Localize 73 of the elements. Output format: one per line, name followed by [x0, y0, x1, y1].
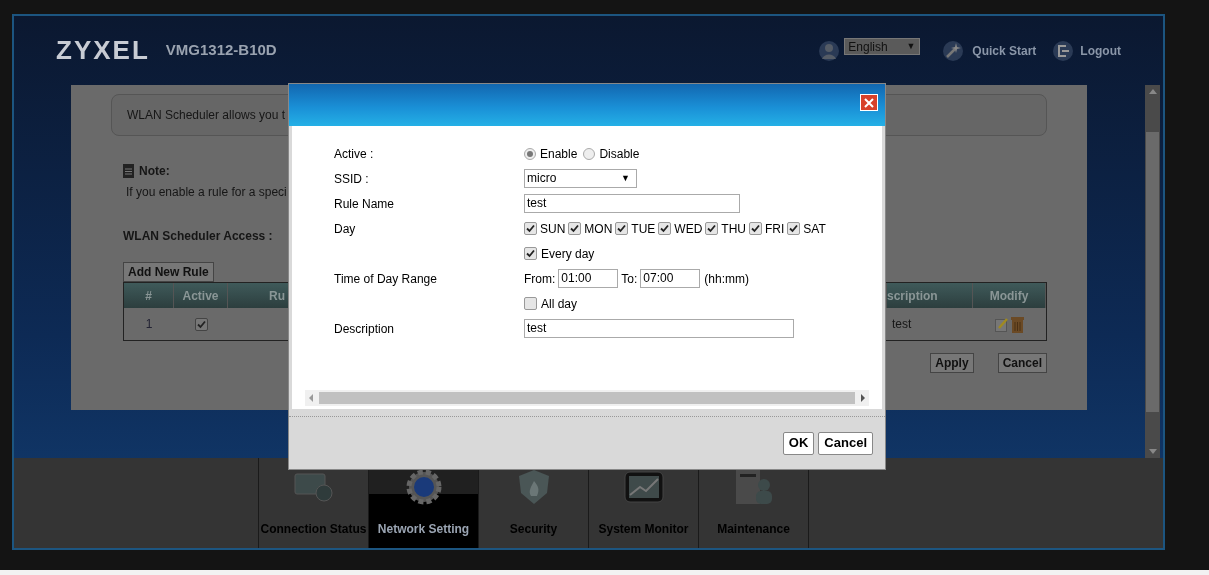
checkbox[interactable]	[194, 317, 208, 331]
ssid-select[interactable]: micro ▼	[524, 169, 637, 188]
model-name: VMG1312-B10D	[165, 40, 277, 61]
scrollbar[interactable]	[1145, 85, 1160, 458]
document-icon	[123, 164, 134, 178]
user-icon	[818, 39, 841, 62]
horizontal-scrollbar[interactable]	[305, 390, 869, 406]
day-label: SUN	[540, 220, 566, 238]
scroll-up-icon	[1148, 89, 1157, 94]
checkbox[interactable]	[658, 222, 672, 235]
column-header: Modify	[973, 283, 1046, 308]
cabinet-user-icon	[733, 469, 774, 505]
field-label: Day	[334, 221, 356, 236]
column-header: #	[124, 283, 174, 308]
table-cell-text: 1	[144, 316, 154, 333]
brand-logo: ZYXEL	[56, 34, 150, 67]
apply-button[interactable]: Apply	[930, 353, 974, 373]
checkbox[interactable]	[568, 222, 582, 235]
day-label: THU	[721, 220, 746, 238]
day-label: MON	[584, 220, 613, 238]
monitor-icon	[293, 471, 334, 503]
close-button[interactable]	[860, 94, 878, 111]
intro-text: WLAN Scheduler allows you t	[127, 107, 286, 124]
edit-icon[interactable]	[995, 316, 1009, 332]
section-title: WLAN Scheduler Access :	[123, 229, 273, 243]
checkbox[interactable]	[524, 222, 537, 235]
day-label: FRI	[765, 220, 785, 238]
to-time-field[interactable]: 07:00	[640, 269, 701, 288]
scroll-right-icon	[861, 394, 865, 402]
scroll-left-icon	[309, 394, 313, 402]
add-rule-button[interactable]: Add New Rule	[123, 262, 214, 282]
radio-label: Enable	[540, 145, 578, 163]
field-label: Active :	[334, 146, 374, 161]
radio-label: Disable	[599, 145, 640, 163]
caret-icon: ▼	[621, 170, 630, 187]
cancel-button[interactable]: Cancel	[818, 431, 873, 455]
day-label: TUE	[631, 220, 656, 238]
scroll-thumb[interactable]	[319, 392, 855, 404]
note-text: If you enable a rule for a speci	[125, 184, 288, 201]
every-day-label: Every day	[541, 245, 595, 263]
day-label: WED	[674, 220, 703, 238]
checkbox[interactable]	[705, 222, 719, 235]
field-label: Description	[334, 321, 395, 336]
checkbox[interactable]	[749, 222, 762, 235]
column-header: scription	[887, 283, 973, 308]
checkbox[interactable]	[524, 247, 537, 260]
logout-icon	[1052, 39, 1075, 62]
checkbox[interactable]	[615, 222, 629, 235]
field-label: Rule Name	[334, 196, 395, 211]
logout-link[interactable]: Logout	[1080, 41, 1121, 60]
radio-button[interactable]	[524, 147, 536, 160]
shield-icon	[517, 469, 550, 505]
note-title: Note:	[139, 163, 170, 180]
cancel-button[interactable]: Cancel	[997, 353, 1047, 373]
day-label: SAT	[803, 220, 826, 238]
field-label: SSID :	[334, 171, 369, 186]
trash-icon[interactable]	[1011, 315, 1024, 333]
close-icon	[864, 97, 874, 108]
rule-name-field[interactable]: test	[524, 194, 740, 213]
scroll-thumb[interactable]	[1146, 131, 1159, 412]
ok-button[interactable]: OK	[782, 431, 815, 455]
caret-icon: ▼	[906, 39, 916, 54]
checkbox[interactable]	[524, 297, 537, 310]
quick-start-link[interactable]: Quick Start	[972, 41, 1037, 60]
chart-icon	[623, 471, 664, 503]
field-label: Time of Day Range	[334, 271, 437, 286]
table-cell-text: test	[891, 316, 913, 333]
column-header: Active	[174, 283, 228, 308]
from-time-field[interactable]: 01:00	[558, 269, 619, 288]
description-field[interactable]: test	[524, 319, 794, 338]
wand-icon	[942, 39, 965, 62]
radio-button[interactable]	[583, 147, 596, 160]
checkbox[interactable]	[787, 222, 801, 235]
